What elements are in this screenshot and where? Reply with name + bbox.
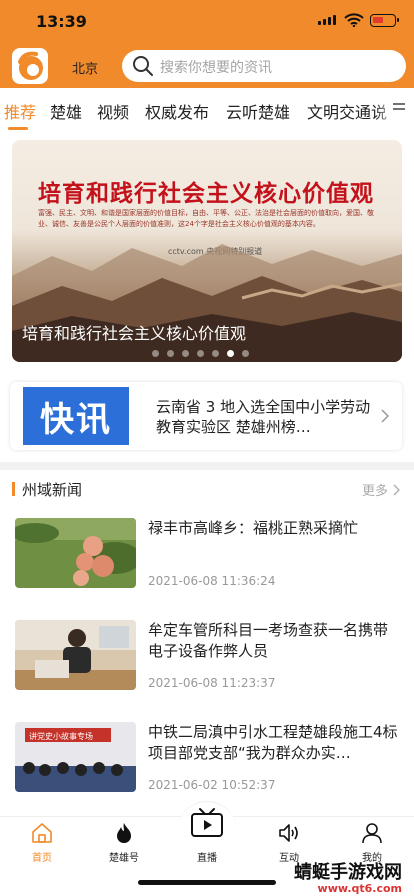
banner-carousel[interactable]: 培育和践行社会主义核心价值观 富强、民主、文明、和谐是国家层面的价值目标，自由、… (12, 140, 402, 362)
news-title: 牟定车管所科目一考场查获一名携带电子设备作弊人员 (148, 621, 389, 660)
tab-recommend[interactable]: 推荐 (4, 99, 36, 123)
speaker-icon (279, 824, 298, 842)
search-bar[interactable]: 搜索你想要的资讯 (122, 50, 406, 82)
news-title: 中铁二局滇中引水工程楚雄段施工4标项目部党支部“我为群众办实… (148, 723, 398, 762)
chevron-right-icon (381, 409, 390, 423)
news-thumbnail (15, 518, 136, 588)
banner-title: 培育和践行社会主义核心价值观 (38, 181, 374, 207)
chevron-right-icon[interactable] (393, 484, 400, 496)
news-thumbnail (15, 620, 136, 690)
more-link[interactable]: 更多 (362, 480, 388, 499)
battery-icon (370, 14, 399, 27)
news-title: 禄丰市高峰乡：福桃正熟采摘忙 (148, 519, 359, 537)
city-selector[interactable]: 北京 (72, 58, 98, 77)
channel-tabs: 推荐 楚雄 视频 权威发布 云听楚雄 文明交通说 (0, 88, 414, 132)
nav-chuxionghao[interactable]: 楚雄号 (89, 817, 159, 869)
flash-headline: 云南省 3 地入选全国中小学劳动教育实验区 楚雄州榜… (156, 398, 371, 436)
carousel-dot[interactable] (242, 350, 249, 357)
tab-chuxiong[interactable]: 楚雄 (50, 99, 82, 123)
news-time: 2021-06-02 10:52:37 (148, 778, 276, 792)
carousel-dots (152, 350, 249, 357)
tab-listen[interactable]: 云听楚雄 (226, 99, 290, 123)
signal-icon (318, 15, 336, 25)
nav-live[interactable]: 直播 (172, 808, 242, 869)
app-logo[interactable] (12, 48, 48, 84)
carousel-dot[interactable] (227, 350, 234, 357)
search-placeholder: 搜索你想要的资讯 (160, 60, 272, 76)
tab-video[interactable]: 视频 (97, 99, 129, 123)
main-feed: 培育和践行社会主义核心价值观 富强、民主、文明、和谐是国家层面的价值目标，自由、… (0, 132, 414, 816)
section-title: 州域新闻 (22, 481, 83, 499)
home-icon (32, 823, 52, 843)
tab-official[interactable]: 权威发布 (145, 99, 209, 123)
banner-body: 富强、民主、文明、和谐是国家层面的价值目标，自由、平等、公正、法治是社会层面的价… (38, 209, 374, 228)
flash-badge: 快讯 (23, 387, 129, 445)
active-tab-indicator (8, 127, 28, 130)
thumbnail-caption: 讲党史小故事专场 (29, 731, 93, 741)
flash-news-card[interactable]: 快讯 云南省 3 地入选全国中小学劳动教育实验区 楚雄州榜… (10, 382, 402, 450)
status-time: 13:39 (36, 12, 87, 31)
tv-play-icon (191, 808, 223, 837)
watermark: 蜻蜓手游戏网 www.qt6.com (294, 862, 402, 895)
carousel-dot[interactable] (182, 350, 189, 357)
status-bar: 13:39 (0, 0, 414, 44)
flame-icon (117, 823, 131, 843)
search-icon (133, 56, 153, 76)
carousel-dot[interactable] (212, 350, 219, 357)
news-item[interactable]: 牟定车管所科目一考场查获一名携带电子设备作弊人员 2021-06-08 11:2… (0, 620, 414, 720)
news-thumbnail: 讲党史小故事专场 (15, 722, 136, 792)
banner-caption: 培育和践行社会主义核心价值观 (22, 324, 247, 343)
news-time: 2021-06-08 11:36:24 (148, 574, 276, 588)
carousel-dot[interactable] (197, 350, 204, 357)
person-icon (362, 823, 382, 844)
carousel-dot[interactable] (152, 350, 159, 357)
nav-home[interactable]: 首页 (7, 817, 77, 869)
menu-icon[interactable] (392, 100, 406, 114)
news-time: 2021-06-08 11:23:37 (148, 676, 276, 690)
carousel-dot[interactable] (167, 350, 174, 357)
app-header: 13:39 北京 搜索你想要的资讯 (0, 0, 414, 88)
wifi-icon (344, 13, 364, 27)
section-header: 州域新闻 更多 (0, 470, 414, 506)
home-indicator (138, 880, 276, 885)
news-item[interactable]: 禄丰市高峰乡：福桃正熟采摘忙 2021-06-08 11:36:24 (0, 518, 414, 618)
